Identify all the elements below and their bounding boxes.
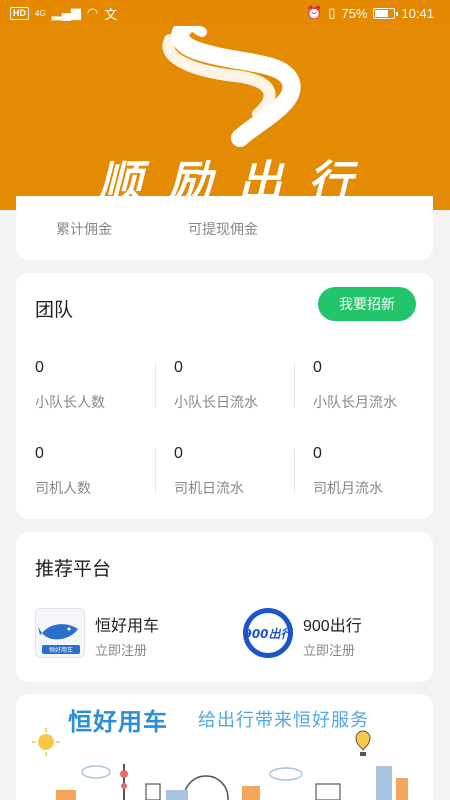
stat-label: 小队长月流水 (313, 394, 397, 410)
divider (155, 449, 156, 493)
platform-name: 恒好用车 (95, 618, 160, 635)
stat-label: 小队长人数 (35, 394, 105, 410)
translate-icon: 文 (104, 6, 118, 22)
platform-name: 900出行 (303, 618, 362, 635)
city-illustration (32, 728, 408, 800)
status-bar: HD 4G ▂▄▆ ◠ 文 ⏰ ▯ 75% 10:41 (0, 0, 450, 26)
register-link[interactable]: 立即注册 (303, 640, 355, 659)
battery-fill (375, 9, 389, 17)
alarm-icon: ⏰ (306, 5, 323, 20)
stat-label: 司机人数 (35, 480, 91, 496)
clock: 10:41 (401, 5, 434, 21)
stat-value: 0 (174, 445, 183, 462)
team-title: 团队 (35, 300, 74, 321)
network-type: 4G (35, 8, 46, 18)
900-logo-text: 900出行 (243, 627, 293, 641)
vibrate-icon: ▯ (328, 5, 336, 20)
divider (294, 449, 295, 493)
platforms-card: 推荐平台 恒好用车 恒好用车 立即注册 900出行 900出行 立即注册 (16, 532, 433, 682)
hd-badge: HD (10, 6, 29, 20)
stat-value: 0 (35, 445, 44, 462)
register-link[interactable]: 立即注册 (95, 640, 147, 659)
brand-banner: 顺励出行 (0, 0, 450, 210)
signal-icon: ▂▄▆ (51, 5, 81, 20)
wifi-icon: ◠ (86, 5, 99, 20)
divider (294, 363, 295, 407)
commission-card: 累计佣金 可提现佣金 (16, 196, 433, 260)
900-logo-icon: 900出行 (243, 608, 293, 658)
divider (155, 363, 156, 407)
battery-percent: 75% (341, 5, 368, 21)
stat-value: 0 (174, 359, 183, 376)
recruit-button[interactable]: 我要招新 (318, 287, 416, 321)
stat-value: 0 (313, 359, 322, 376)
stat-label: 司机日流水 (174, 480, 244, 496)
stat-value: 0 (35, 359, 44, 376)
whale-logo-text: 恒好用车 (49, 646, 73, 654)
withdrawable-commission-label: 可提现佣金 (188, 221, 258, 237)
platform-item-900[interactable]: 900出行 900出行 立即注册 (243, 606, 413, 662)
team-card: 团队 我要招新 0 小队长人数 0 小队长日流水 0 小队长月流水 0 司机人数… (16, 273, 433, 519)
stat-value: 0 (313, 445, 322, 462)
brand-swirl-logo (162, 10, 301, 147)
stat-label: 小队长日流水 (174, 394, 258, 410)
battery-icon (373, 7, 399, 19)
platforms-title: 推荐平台 (35, 559, 112, 580)
promo-banner[interactable]: 恒好用车 给出行带来恒好服务 (16, 694, 433, 800)
stat-label: 司机月流水 (313, 480, 383, 496)
total-commission-label: 累计佣金 (56, 221, 112, 237)
whale-logo-icon: 恒好用车 (35, 608, 85, 658)
platform-item-henghao[interactable]: 恒好用车 恒好用车 立即注册 (35, 606, 225, 662)
